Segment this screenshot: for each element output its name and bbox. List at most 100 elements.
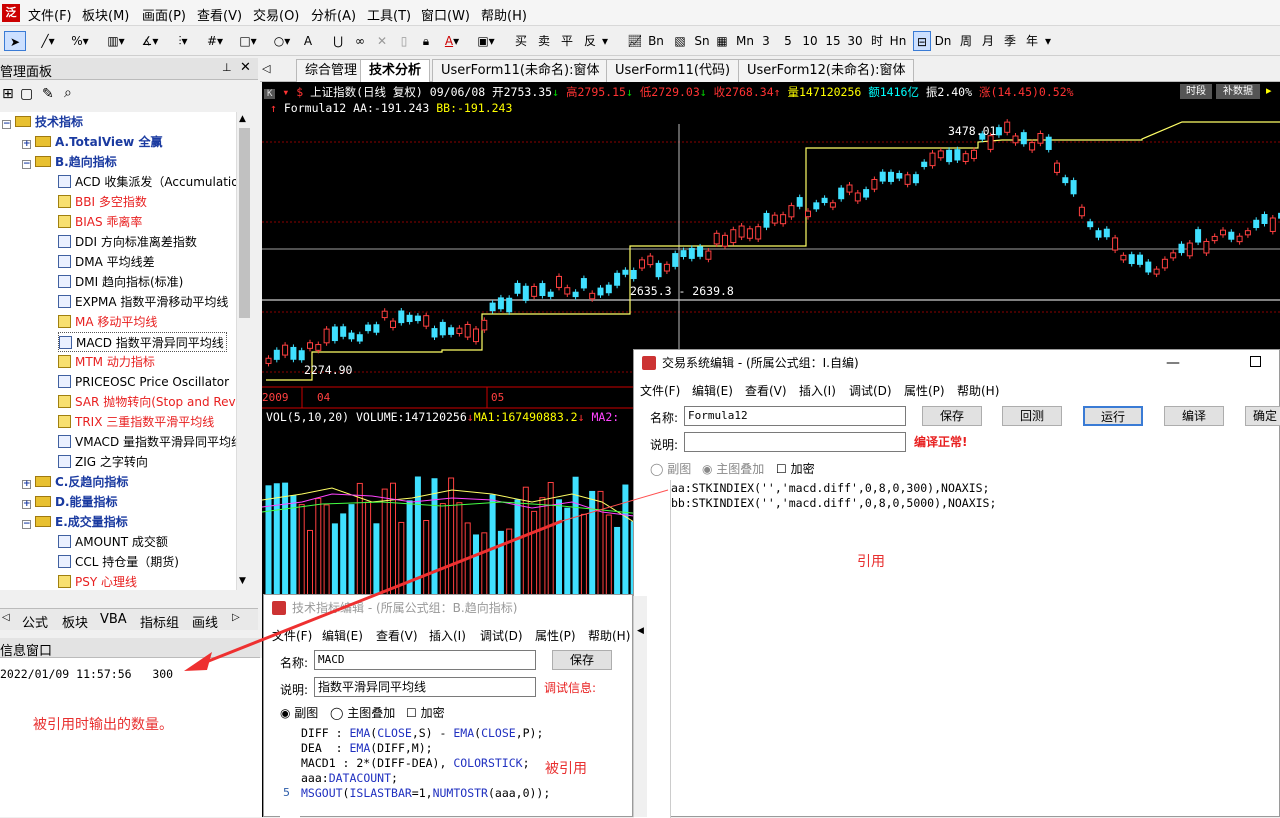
period-15[interactable]: 15 xyxy=(823,31,843,51)
new-icon[interactable]: ⊞ xyxy=(2,86,14,102)
trade-code-line-2[interactable]: bb:STKINDIEX('','macd.diff',0,8,0,5000),… xyxy=(671,496,996,511)
line-icon[interactable]: ╱▾ xyxy=(36,31,60,51)
trade-opt-encrypt[interactable]: ☐ 加密 xyxy=(776,460,815,477)
trade-menu-debug[interactable]: 调试(D) xyxy=(849,382,892,399)
lock-icon[interactable]: 🔒︎ xyxy=(418,31,434,51)
tech-menu-view[interactable]: 查看(V) xyxy=(376,627,418,644)
reverse-button[interactable]: 反 xyxy=(582,31,598,51)
chart-box-icon[interactable]: ▧ xyxy=(672,31,688,51)
period-mn[interactable]: Mn xyxy=(734,31,756,51)
tree-item-expma[interactable]: EXPMA 指数平滑移动平均线 xyxy=(58,292,228,312)
trade-opt-sub[interactable]: ◯ 副图 xyxy=(650,460,691,477)
tech-menu-file[interactable]: 文件(F) xyxy=(272,627,312,644)
tab-overview[interactable]: 综合管理 xyxy=(296,59,367,82)
period-5[interactable]: 5 xyxy=(781,31,795,51)
tree-item-trix[interactable]: TRIX 三重指数平滑平均线 xyxy=(58,412,214,432)
tech-code-line-4[interactable]: aaa:DATACOUNT; xyxy=(301,771,398,786)
trade-menu-insert[interactable]: 插入(I) xyxy=(799,382,836,399)
trade-menu-edit[interactable]: 编辑(E) xyxy=(692,382,733,399)
tabs-left-icon[interactable]: ◁ xyxy=(262,62,270,75)
circle-icon[interactable]: ○▾ xyxy=(268,31,296,51)
tech-code-line-1[interactable]: DIFF : EMA(CLOSE,S) - EMA(CLOSE,P); xyxy=(301,726,543,741)
period-hn[interactable]: Hn xyxy=(888,31,908,51)
tree-item-ma[interactable]: MA 移动平均线 xyxy=(58,312,157,332)
tree-item-bbi[interactable]: BBI 多空指数 xyxy=(58,192,147,212)
tab-userform12[interactable]: UserForm12(未命名):窗体 xyxy=(738,59,915,82)
tree-item-sar[interactable]: SAR 抛物转向(Stop and Reve xyxy=(58,392,236,412)
tree-group-d[interactable]: + D.能量指标 xyxy=(22,492,118,512)
grid-icon[interactable]: ▥▾ xyxy=(102,31,130,51)
scroll-thumb[interactable] xyxy=(239,128,250,318)
tech-menu-edit[interactable]: 编辑(E) xyxy=(322,627,363,644)
tab-userform11-code[interactable]: UserForm11(代码) xyxy=(606,59,740,82)
tree-scrollbar[interactable]: ▲ ▼ xyxy=(236,112,252,590)
tree-item-dma[interactable]: DMA 平均线差 xyxy=(58,252,155,272)
edit-icon[interactable]: ✎ xyxy=(42,86,54,102)
period-hour[interactable]: 时 xyxy=(869,31,885,51)
chart-icon[interactable]: ▦ xyxy=(714,31,730,51)
menu-view[interactable]: 查看(V) xyxy=(197,5,242,24)
tech-desc-input[interactable]: 指数平滑异同平均线 xyxy=(314,677,536,697)
scroll-up-icon[interactable]: ▲ xyxy=(239,114,246,124)
period-year[interactable]: 年 xyxy=(1024,31,1040,51)
tech-save-button[interactable]: 保存 xyxy=(552,650,612,670)
delete-icon[interactable]: ✕ xyxy=(374,31,390,51)
tab-vba[interactable]: VBA xyxy=(100,612,127,627)
trade-menu-file[interactable]: 文件(F) xyxy=(640,382,680,399)
tech-menu-debug[interactable]: 调试(D) xyxy=(480,627,523,644)
menu-file[interactable]: 文件(F) xyxy=(28,5,72,24)
chevron-down-icon[interactable]: ▾ xyxy=(598,31,612,51)
tech-menu-insert[interactable]: 插入(I) xyxy=(429,627,466,644)
period-bn[interactable]: Bn xyxy=(646,31,666,51)
font-color-icon[interactable]: A▾ xyxy=(440,31,464,51)
period-quarter[interactable]: 季 xyxy=(1002,31,1018,51)
tech-code-line-3[interactable]: MACD1 : 2*(DIFF-DEA), COLORSTICK; xyxy=(301,756,530,771)
tree-item-vmacd[interactable]: VMACD 量指数平滑异同平均线 xyxy=(58,432,236,452)
tree-item-amount[interactable]: AMOUNT 成交额 xyxy=(58,532,168,552)
trade-code-line-1[interactable]: aa:STKINDIEX('','macd.diff',0,8,0,300),N… xyxy=(671,481,990,496)
period-10[interactable]: 10 xyxy=(800,31,820,51)
chart-line-icon[interactable]: 📈︎ xyxy=(626,31,644,51)
percent-icon[interactable]: %▾ xyxy=(68,31,92,51)
period-month[interactable]: 月 xyxy=(980,31,996,51)
trade-menu-view[interactable]: 查看(V) xyxy=(745,382,787,399)
sell-button[interactable]: 卖 xyxy=(536,31,552,51)
tree-item-priceosc[interactable]: PRICEOSC Price Oscillator xyxy=(58,372,229,392)
period-dn[interactable]: Dn xyxy=(933,31,953,51)
text-icon[interactable]: A xyxy=(300,31,316,51)
tree-item-ccl[interactable]: CCL 持仓量（期货) xyxy=(58,552,179,572)
period-3[interactable]: 3 xyxy=(759,31,773,51)
maximize-icon[interactable] xyxy=(1250,356,1261,367)
pin-icon[interactable]: ⊥ xyxy=(222,61,232,74)
trash-icon[interactable]: ▯ xyxy=(396,31,412,51)
tree-item-macd[interactable]: MACD 指数平滑异同平均线 xyxy=(58,332,227,352)
run-button[interactable]: 运行 xyxy=(1083,406,1143,426)
ok-button[interactable]: 确定 xyxy=(1245,406,1280,426)
tree-group-e[interactable]: − E.成交量指标 xyxy=(22,512,128,532)
channel-icon[interactable]: ⫶▾ xyxy=(170,31,196,51)
tree-group-c[interactable]: + C.反趋向指标 xyxy=(22,472,128,492)
tree-group-b[interactable]: − B.趋向指标 xyxy=(22,152,117,172)
tech-menu-help[interactable]: 帮助(H) xyxy=(588,627,630,644)
tech-name-input[interactable]: MACD xyxy=(314,650,536,670)
trade-name-input[interactable]: Formula12 xyxy=(684,406,906,426)
close-position-button[interactable]: 平 xyxy=(559,31,575,51)
rect-icon[interactable]: □▾ xyxy=(234,31,262,51)
tree-root[interactable]: − 技术指标 xyxy=(2,112,83,132)
tab-right-icon[interactable]: ▷ xyxy=(232,612,240,623)
more-chevron-icon[interactable]: ▾ xyxy=(1042,31,1054,51)
tree-item-psy[interactable]: PSY 心理线 xyxy=(58,572,137,590)
tech-opt-sub[interactable]: ◉ 副图 xyxy=(280,704,318,721)
compile-button[interactable]: 编译 xyxy=(1164,406,1224,426)
hash-icon[interactable]: #▾ xyxy=(202,31,228,51)
link-icon[interactable]: ∞ xyxy=(352,31,368,51)
save-icon[interactable]: ▣▾ xyxy=(472,31,500,51)
buy-button[interactable]: 买 xyxy=(513,31,529,51)
tree-hscrollbar[interactable] xyxy=(0,590,236,606)
trade-menu-help[interactable]: 帮助(H) xyxy=(957,382,999,399)
menu-block[interactable]: 板块(M) xyxy=(82,5,129,24)
tree-item-dmi[interactable]: DMI 趋向指标(标准) xyxy=(58,272,183,292)
minimize-icon[interactable]: — xyxy=(1166,350,1180,376)
tree-item-bias[interactable]: BIAS 乖离率 xyxy=(58,212,142,232)
tech-code-line-5[interactable]: MSGOUT(ISLASTBAR=1,NUMTOSTR(aaa,0)); xyxy=(301,786,550,801)
